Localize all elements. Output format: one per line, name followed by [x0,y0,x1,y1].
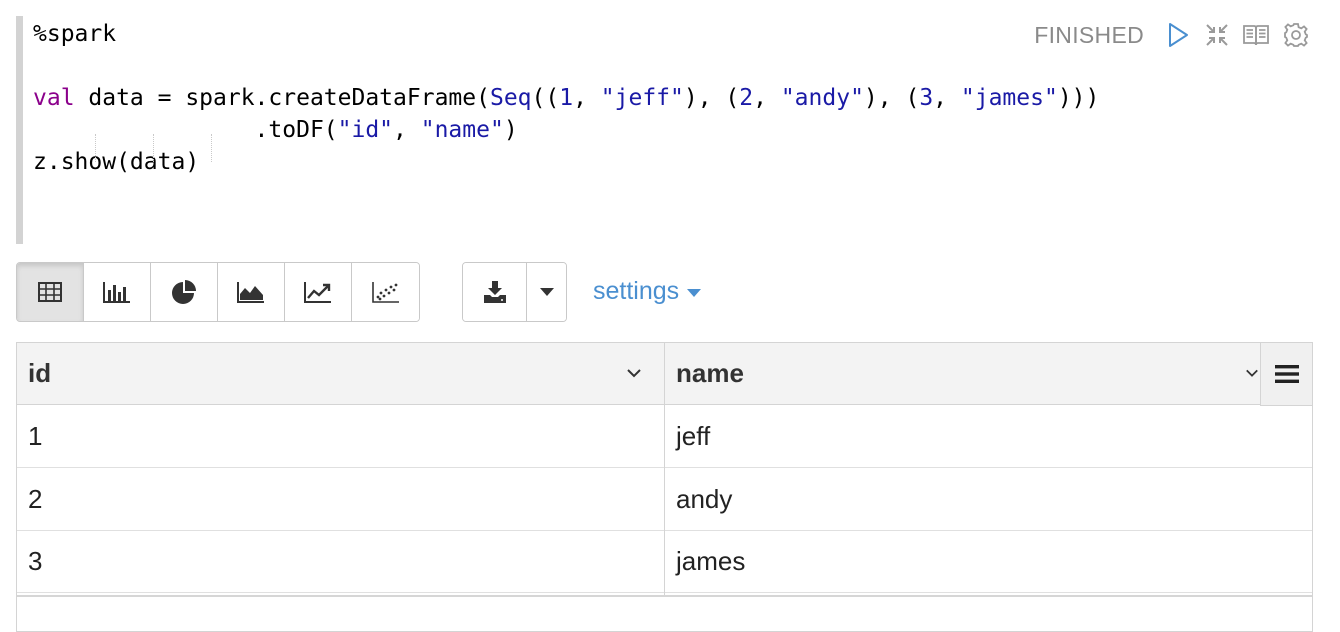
code-fragment: .toDF( [33,117,338,143]
code-line: z.show(data) [33,149,200,175]
code-fragment: data = spark.createDataFrame( [74,85,490,111]
visualization-switcher [16,262,420,322]
code-fragment: , [753,85,781,111]
code-fragment: (( [531,85,560,111]
indent-guide [211,134,212,162]
chevron-down-icon [627,369,641,378]
pie-chart-button[interactable] [151,263,218,321]
result-table: id name 1 jeff 2 andy 3 james [16,342,1313,632]
paragraph-status: FINISHED [1034,22,1144,48]
chevron-down-icon [1246,369,1258,377]
table-view-button[interactable] [17,263,84,321]
gear-icon [1284,23,1308,47]
column-header-id[interactable]: id [17,343,664,404]
code-editor[interactable]: %spark val data = spark.createDataFrame(… [16,16,1320,244]
table-cell: 3 [28,546,43,576]
code-number: 1 [559,85,574,111]
caret-down-icon [687,288,702,297]
line-chart-button[interactable] [285,263,352,321]
code-string: "name" [420,117,504,143]
run-paragraph-button[interactable] [1163,20,1193,50]
paragraph-settings-button[interactable] [1281,20,1311,50]
code-fragment: , [573,85,601,111]
interpreter-directive: %spark [33,21,117,47]
code-fragment: , [393,117,421,143]
area-chart-button[interactable] [218,263,285,321]
code-keyword: val [33,85,75,111]
code-string: "jeff" [600,85,684,111]
table-cell: andy [676,484,733,514]
code-fragment: ), ( [863,85,920,111]
scatter-chart-button[interactable] [352,263,419,321]
code-number: 3 [919,85,934,111]
code-fragment: ), ( [683,85,740,111]
column-header-label: name [676,358,744,388]
play-icon [1169,23,1188,47]
download-options-dropdown[interactable] [527,263,566,321]
code-string: "james" [960,85,1058,111]
column-header-label: id [28,358,52,388]
code-text[interactable]: %spark val data = spark.createDataFrame(… [33,18,1099,178]
column-menu-button[interactable] [1245,363,1259,383]
download-icon [483,281,506,303]
code-string: "andy" [780,85,864,111]
caret-down-icon [539,288,554,296]
book-icon [1243,25,1269,46]
code-fragment: ) [503,117,518,143]
collapse-icon [1206,24,1228,46]
table-icon [38,282,62,302]
toggle-output-button[interactable] [1241,20,1271,50]
code-fragment: ))) [1057,85,1100,111]
download-button[interactable] [463,263,527,321]
pie-chart-icon [172,280,196,304]
area-chart-icon [237,282,264,303]
column-menu-button[interactable] [624,363,644,383]
scatter-chart-icon [371,282,399,303]
table-cell: jeff [676,421,711,451]
column-divider [664,343,665,597]
code-number: 2 [739,85,754,111]
indent-guide [95,134,96,162]
code-fragment: , [933,85,961,111]
table-bottom-border [17,595,1312,597]
settings-toggle[interactable]: settings [593,277,702,306]
grid-menu-button[interactable] [1260,343,1312,406]
table-cell: 2 [28,484,43,514]
bar-chart-button[interactable] [84,263,151,321]
table-cell: james [676,546,746,576]
bar-chart-icon [103,282,130,303]
column-header-name[interactable]: name [665,343,1255,404]
code-class: Seq [489,85,532,111]
download-group [462,262,567,322]
line-chart-icon [304,282,331,303]
indent-guide [153,134,154,162]
table-cell: 1 [28,421,43,451]
collapse-editor-button[interactable] [1202,20,1232,50]
code-string: "id" [337,117,394,143]
settings-label: settings [593,277,680,305]
hamburger-menu-icon [1274,365,1299,383]
